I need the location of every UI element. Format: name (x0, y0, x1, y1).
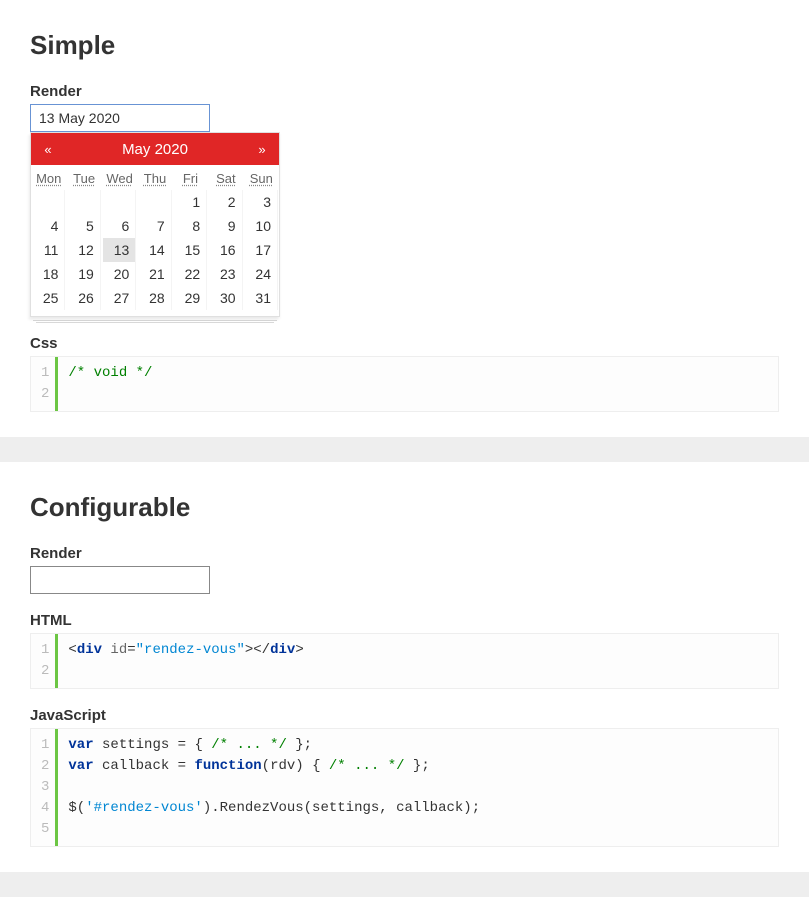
calendar-day-cell[interactable]: 15 (174, 238, 207, 262)
render-label-simple: Render (30, 83, 779, 100)
calendar-day-cell[interactable]: 6 (103, 214, 136, 238)
html-code-gutter: 1 2 (31, 634, 58, 688)
calendar-day-cell[interactable]: 7 (138, 214, 171, 238)
calendar-day-cell[interactable]: 29 (174, 286, 207, 310)
js-label: JavaScript (30, 707, 779, 724)
calendar-day-cell[interactable]: 4 (32, 214, 65, 238)
calendar-dow: Thu (137, 165, 172, 190)
calendar-empty-cell (67, 190, 100, 214)
calendar-day-cell[interactable]: 8 (174, 214, 207, 238)
calendar-prev-button[interactable]: « (31, 142, 65, 157)
css-code-gutter: 1 2 (31, 357, 58, 411)
calendar-day-cell[interactable]: 19 (67, 262, 100, 286)
calendar-day-cell[interactable]: 28 (138, 286, 171, 310)
calendar-header: « May 2020 » (31, 133, 279, 165)
date-input-simple[interactable] (30, 104, 210, 132)
css-code-comment: /* void */ (68, 365, 152, 381)
calendar-day-cell[interactable]: 30 (209, 286, 242, 310)
calendar-day-cell[interactable]: 26 (67, 286, 100, 310)
calendar-popup: « May 2020 » MonTueWedThuFriSatSun123456… (30, 132, 280, 317)
calendar-day-cell[interactable]: 1 (174, 190, 207, 214)
calendar-day-cell[interactable]: 2 (209, 190, 242, 214)
css-label: Css (30, 335, 779, 352)
calendar-day-cell[interactable]: 25 (32, 286, 65, 310)
calendar-day-cell[interactable]: 21 (138, 262, 171, 286)
css-code-content: /* void */ (58, 357, 162, 411)
calendar-dow: Sat (208, 165, 243, 190)
js-code-content: var settings = { /* ... */ }; var callba… (58, 729, 490, 846)
calendar-dow: Mon (31, 165, 66, 190)
calendar-day-cell[interactable]: 5 (67, 214, 100, 238)
section-title-simple: Simple (30, 30, 779, 61)
calendar-dow: Tue (66, 165, 101, 190)
date-input-configurable[interactable] (30, 566, 210, 594)
calendar-day-cell[interactable]: 24 (245, 262, 278, 286)
calendar-day-cell[interactable]: 16 (209, 238, 242, 262)
html-label: HTML (30, 612, 779, 629)
js-code-block: 1 2 3 4 5 var settings = { /* ... */ }; … (30, 728, 779, 847)
render-label-configurable: Render (30, 545, 779, 562)
calendar-day-cell[interactable]: 10 (245, 214, 278, 238)
calendar-day-cell[interactable]: 23 (209, 262, 242, 286)
calendar-day-cell[interactable]: 20 (103, 262, 136, 286)
calendar-grid: MonTueWedThuFriSatSun1234567891011121314… (31, 165, 279, 316)
calendar-day-cell[interactable]: 11 (32, 238, 65, 262)
calendar-month-title[interactable]: May 2020 (65, 141, 245, 158)
calendar-day-cell[interactable]: 3 (245, 190, 278, 214)
calendar-day-cell[interactable]: 9 (209, 214, 242, 238)
calendar-day-cell[interactable]: 14 (138, 238, 171, 262)
calendar-day-cell[interactable]: 22 (174, 262, 207, 286)
calendar-dow: Wed (102, 165, 137, 190)
html-code-block: 1 2 <div id="rendez-vous"></div> (30, 633, 779, 689)
calendar-dow: Sun (244, 165, 279, 190)
js-code-gutter: 1 2 3 4 5 (31, 729, 58, 846)
calendar-empty-cell (103, 190, 136, 214)
calendar-day-cell[interactable]: 12 (67, 238, 100, 262)
calendar-next-button[interactable]: » (245, 142, 279, 157)
html-code-content: <div id="rendez-vous"></div> (58, 634, 313, 688)
calendar-day-cell[interactable]: 31 (245, 286, 278, 310)
calendar-day-cell[interactable]: 27 (103, 286, 136, 310)
calendar-empty-cell (32, 190, 65, 214)
calendar-empty-cell (138, 190, 171, 214)
css-code-block: 1 2 /* void */ (30, 356, 779, 412)
calendar-day-cell[interactable]: 17 (245, 238, 278, 262)
section-simple: Simple Render « May 2020 » MonTueWedThuF… (0, 0, 809, 437)
section-title-configurable: Configurable (30, 492, 779, 523)
calendar-day-cell[interactable]: 18 (32, 262, 65, 286)
section-configurable: Configurable Render HTML 1 2 <div id="re… (0, 462, 809, 872)
calendar-day-cell[interactable]: 13 (103, 238, 136, 262)
calendar-dow: Fri (173, 165, 208, 190)
